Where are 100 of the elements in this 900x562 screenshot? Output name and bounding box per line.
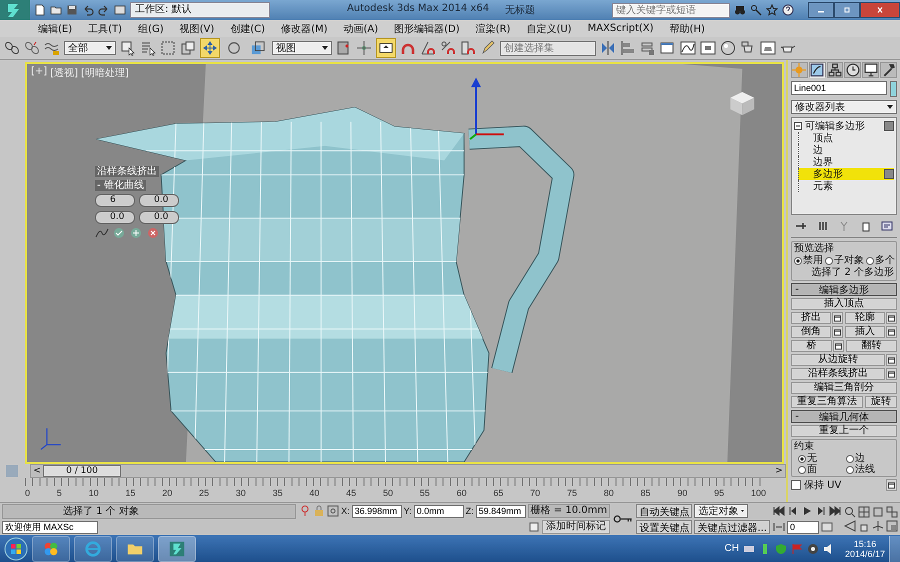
- clock-date[interactable]: 2014/6/17: [844, 548, 885, 558]
- rollout-header[interactable]: - 编辑多边形: [791, 283, 897, 296]
- modifier-list-dropdown[interactable]: 修改器列表: [791, 100, 897, 114]
- key-filters-button[interactable]: 关键点过滤器...: [694, 520, 770, 534]
- window-crossing-icon[interactable]: [180, 40, 196, 56]
- command-button[interactable]: 从边旋转: [791, 354, 885, 366]
- radio-button[interactable]: [825, 256, 833, 264]
- radio-button[interactable]: [798, 454, 806, 462]
- transform-tool[interactable]: [200, 38, 220, 58]
- zoom-extents-icon[interactable]: [872, 506, 884, 518]
- menu-item[interactable]: 帮助(H): [662, 22, 713, 36]
- menu-item[interactable]: 视图(V): [172, 22, 222, 36]
- viewcube-icon[interactable]: [730, 92, 754, 116]
- clock-time[interactable]: 15:16: [854, 538, 876, 548]
- menu-item[interactable]: 修改器(M): [273, 22, 336, 36]
- viewport[interactable]: [+] [透视] [明暗处理] 沿样条线挤出 - 锥化曲线 6 0.0 0.0 0.0: [25, 62, 784, 464]
- command-button[interactable]: 挤出: [791, 312, 831, 324]
- go-to-start-icon[interactable]: [773, 506, 785, 516]
- absolute-mode-icon[interactable]: [327, 505, 340, 517]
- settings-button[interactable]: [886, 368, 897, 380]
- manipulate-tool[interactable]: [376, 38, 396, 58]
- radio-button[interactable]: [846, 466, 854, 474]
- previous-frame-button[interactable]: <: [31, 466, 43, 476]
- radio-option[interactable]: 多个: [866, 255, 895, 266]
- coordinate-field[interactable]: 36.998mm: [352, 504, 402, 518]
- redo-icon[interactable]: [98, 4, 110, 16]
- panel-tab[interactable]: [826, 62, 844, 78]
- help-icon[interactable]: [782, 4, 794, 16]
- auto-key-button[interactable]: 自动关键点: [636, 504, 692, 518]
- zoom-icon[interactable]: [844, 506, 856, 518]
- radio-button[interactable]: [798, 466, 806, 474]
- command-button[interactable]: 沿样条线挤出: [791, 368, 885, 380]
- jug-model-drawing[interactable]: [96, 106, 574, 462]
- transform-gizmo-drawing[interactable]: [469, 78, 504, 140]
- command-button[interactable]: 插入: [845, 326, 885, 338]
- taskbar-app-button[interactable]: [158, 536, 196, 562]
- caddy-spinner-field[interactable]: 0.0: [95, 211, 135, 224]
- sub-object-item[interactable]: 顶点: [798, 132, 894, 144]
- radio-option[interactable]: 法线: [846, 464, 894, 475]
- coordinate-field[interactable]: 0.0mm: [414, 504, 464, 518]
- command-button[interactable]: 倒角: [791, 326, 831, 338]
- track-bar[interactable]: 0 5 10 15 20 25 30 35 40 45 50 55 60 65 70 75 80 85 90 95 100: [25, 478, 766, 502]
- angle-snap-icon[interactable]: [420, 40, 436, 56]
- command-button[interactable]: 旋转: [865, 396, 897, 408]
- chain-link-icon[interactable]: [4, 40, 20, 56]
- new-file-icon[interactable]: [34, 4, 46, 16]
- panel-tab[interactable]: [862, 62, 880, 78]
- radio-button[interactable]: [866, 256, 874, 264]
- panel-tab[interactable]: [808, 62, 826, 78]
- curve-icon[interactable]: [95, 227, 109, 239]
- menu-item[interactable]: 动画(A): [336, 22, 386, 36]
- material-sphere-icon[interactable]: [720, 40, 736, 56]
- layers-icon[interactable]: [640, 40, 656, 56]
- command-button[interactable]: 编辑三角剖分: [791, 382, 897, 394]
- time-tag-icon[interactable]: [528, 521, 540, 533]
- command-button[interactable]: 重复上一个: [791, 425, 897, 437]
- radio-option[interactable]: 无: [798, 453, 846, 464]
- lock-icon[interactable]: [313, 505, 326, 517]
- stack-item[interactable]: 可编辑多边形: [805, 119, 881, 133]
- plus-icon[interactable]: [129, 227, 143, 239]
- command-button[interactable]: 翻转: [846, 340, 897, 352]
- node-icon[interactable]: [356, 40, 372, 56]
- close-icon[interactable]: [146, 227, 160, 239]
- select-by-name-icon[interactable]: [140, 40, 156, 56]
- select-object-icon[interactable]: [120, 40, 136, 56]
- maxscript-listener-field[interactable]: 欢迎使用 MAXSc: [2, 521, 98, 534]
- mirror-icon[interactable]: [600, 40, 616, 56]
- add-time-tag-button[interactable]: 添加时间标记: [542, 520, 610, 534]
- caddy-spinner-field[interactable]: 6: [95, 194, 135, 207]
- show-end-result-icon[interactable]: [816, 220, 828, 232]
- time-slider[interactable]: < 0 / 100 >: [30, 464, 786, 478]
- command-button[interactable]: 重复三角算法: [791, 396, 863, 408]
- settings-button[interactable]: [886, 326, 897, 338]
- workspace-dropdown[interactable]: 工作区: 默认: [130, 2, 270, 18]
- zoom-all-icon[interactable]: [858, 506, 870, 518]
- command-button[interactable]: 插入顶点: [791, 298, 897, 310]
- selection-filter-dropdown[interactable]: 全部: [64, 41, 116, 55]
- render-frame-icon[interactable]: [760, 40, 776, 56]
- checkbox[interactable]: [791, 480, 801, 490]
- key-mode-toggle-icon[interactable]: [773, 522, 785, 532]
- minimize-button[interactable]: [808, 2, 834, 18]
- sub-object-item[interactable]: 边: [798, 144, 894, 156]
- coordinate-field[interactable]: 59.849mm: [476, 504, 526, 518]
- wave-icon[interactable]: [44, 40, 60, 56]
- window-icon[interactable]: [660, 40, 676, 56]
- menu-item[interactable]: 编辑(E): [30, 22, 80, 36]
- key-mode-dropdown[interactable]: 选定对象: [694, 504, 748, 518]
- set-key-button[interactable]: 设置关键点: [636, 520, 692, 534]
- maximize-viewport-icon[interactable]: [886, 520, 898, 532]
- settings-button[interactable]: [833, 340, 844, 352]
- broken-link-icon[interactable]: [24, 40, 40, 56]
- maximize-button[interactable]: [834, 2, 860, 18]
- object-name-field[interactable]: Line001: [791, 81, 887, 95]
- panel-tab[interactable]: [880, 62, 897, 78]
- configure-sets-icon[interactable]: [881, 220, 893, 232]
- time-slider-thumb[interactable]: 0 / 100: [43, 465, 121, 477]
- radio-button[interactable]: [846, 454, 854, 462]
- undo-icon[interactable]: [82, 4, 94, 16]
- taskbar-app-button[interactable]: [116, 536, 154, 562]
- curve-editor-icon[interactable]: [680, 40, 696, 56]
